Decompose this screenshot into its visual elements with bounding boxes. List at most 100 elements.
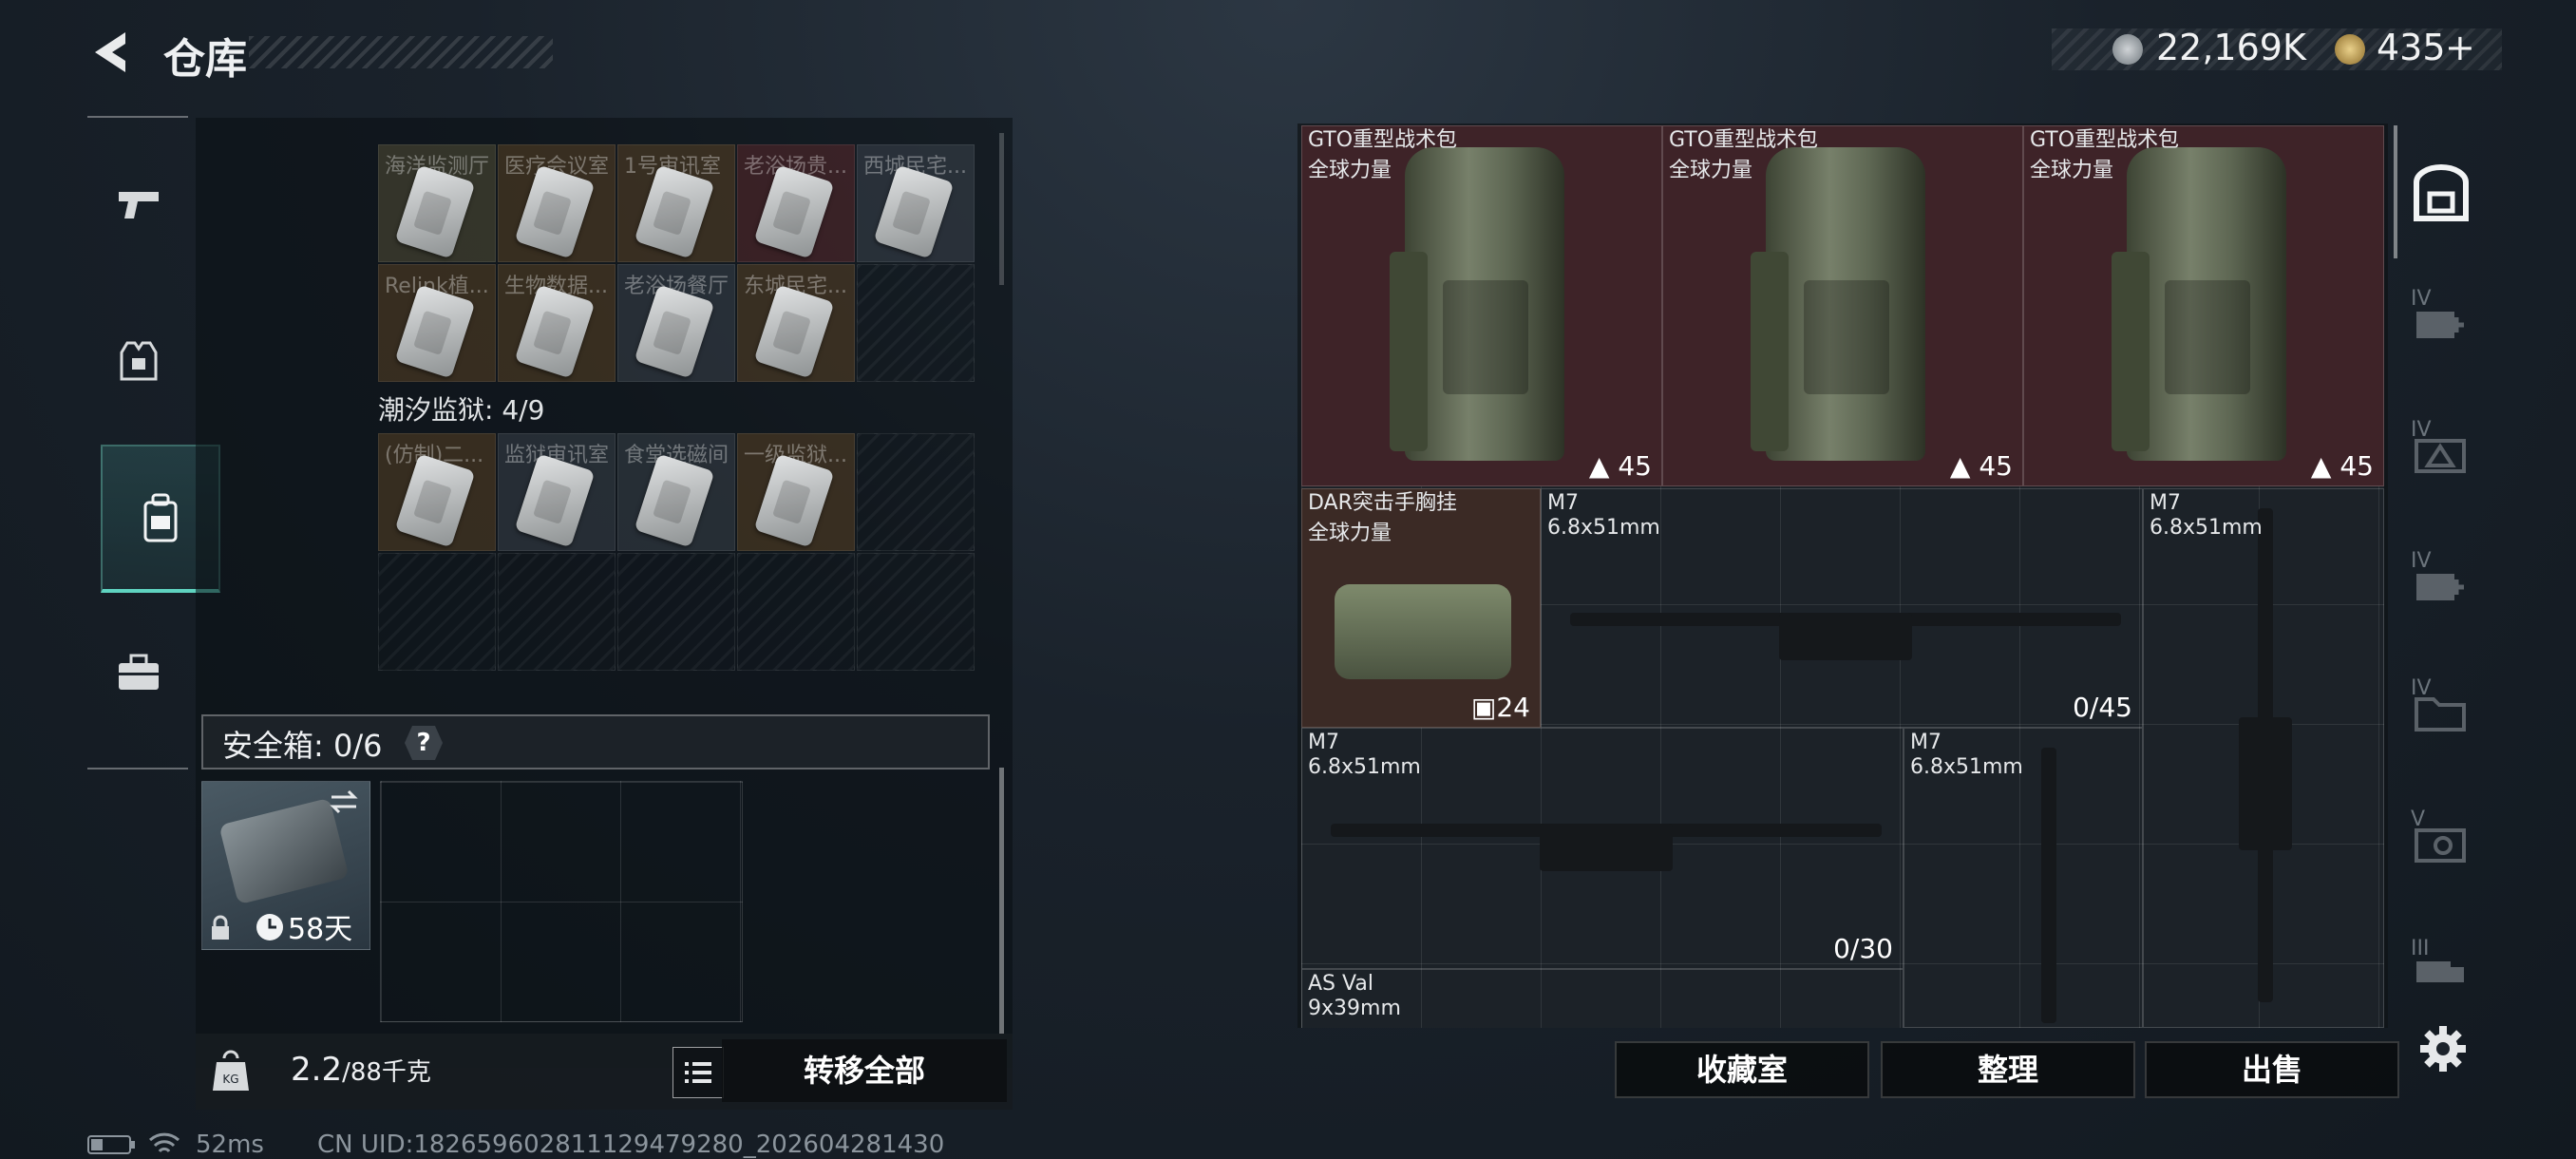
chest-rig-image — [1335, 584, 1511, 679]
weight-display: 2.2/88千克 — [291, 1051, 431, 1089]
backpack-image — [2112, 147, 2286, 461]
coin-icon — [2112, 34, 2143, 65]
back-arrow-icon[interactable] — [87, 28, 135, 76]
tab-weapons[interactable] — [101, 165, 177, 241]
rifle-body — [2239, 717, 2292, 850]
safebox-grid[interactable] — [380, 781, 743, 1022]
item-name: GTO重型战术包 — [2030, 128, 2180, 152]
item-name: DAR突击手胸挂 — [1308, 491, 1457, 515]
backpack-icon — [143, 493, 178, 542]
capacity-value: 45 — [2339, 450, 2374, 482]
collection-room-button[interactable]: 收藏室 — [1615, 1041, 1869, 1098]
transfer-all-button[interactable]: 转移全部 — [722, 1039, 1007, 1102]
uid-display: CN UID:1826596028111294792​80_2026042814… — [317, 1130, 945, 1159]
empty-slot[interactable] — [857, 264, 975, 382]
tab-supply-4a[interactable]: IV — [2411, 287, 2472, 348]
help-button[interactable]: ? — [405, 726, 443, 760]
keycard-slot[interactable]: 老浴场餐厅 — [617, 264, 735, 382]
inventory-grid: GTO重型战术包 全球力量 ▲ 45 GTO重型战术包 全球力量 ▲ 45 GT… — [1301, 125, 2384, 1028]
inventory-item[interactable]: DAR突击手胸挂 全球力量 ▣24 — [1301, 488, 1541, 728]
svg-text:KG: KG — [222, 1073, 238, 1086]
tab-equipment[interactable] — [101, 635, 177, 711]
keycard-slot[interactable]: (仿制)二... — [378, 433, 496, 551]
inventory-item[interactable]: M7 6.8x51mm 0/30 — [1301, 728, 1904, 969]
item-subtitle: 全球力量 — [2030, 159, 2114, 182]
inventory-item[interactable]: GTO重型战术包 全球力量 ▲ 45 — [2023, 125, 2384, 486]
token-amount: 435 — [2377, 27, 2446, 68]
keycard-slot[interactable]: 东城民宅... — [737, 264, 855, 382]
weight-current: 2.2 — [291, 1051, 343, 1089]
keycard-slot[interactable]: 一级监狱... — [737, 433, 855, 551]
keycard-slot[interactable]: 老浴场贵... — [737, 144, 855, 262]
inventory-item[interactable]: AS Val 9x39mm — [1301, 969, 1904, 1028]
capacity-value: 45 — [1979, 450, 2013, 482]
tab-archive[interactable] — [2411, 163, 2472, 224]
tab-supply-4d[interactable]: IV — [2411, 676, 2472, 737]
ping-display: 52ms — [196, 1130, 264, 1159]
item-subtitle: 6.8x51mm — [1547, 516, 1660, 540]
safebox-days: 58天 — [288, 913, 353, 946]
item-name: GTO重型战术包 — [1669, 128, 1819, 152]
empty-slot[interactable] — [378, 553, 496, 671]
left-tab-bar — [87, 116, 220, 770]
keycard-slot[interactable]: 监狱审讯室 — [498, 433, 616, 551]
right-tab-bar: IV IV IV IV V III — [2394, 142, 2489, 1045]
keycard-slot[interactable]: 西城民宅... — [857, 144, 975, 262]
item-capacity: ▲ 45 — [1949, 450, 2013, 482]
swap-icon[interactable] — [328, 788, 360, 816]
inventory-item[interactable]: M7 6.8x51mm — [1904, 728, 2143, 1028]
item-capacity: ▲ 45 — [1588, 450, 1652, 482]
currency-amount: 22,169K — [2156, 27, 2306, 68]
item-name: M7 — [1547, 491, 1579, 515]
empty-slot[interactable] — [737, 553, 855, 671]
organize-button[interactable]: 整理 — [1881, 1041, 2135, 1098]
item-subtitle: 全球力量 — [1669, 159, 1753, 182]
scroll-bar[interactable] — [999, 768, 1004, 1034]
keycard-slot[interactable]: 食堂选磁间 — [617, 433, 735, 551]
tab-supply-4c[interactable]: IV — [2411, 549, 2472, 610]
add-token-button[interactable]: + — [2445, 27, 2475, 68]
sell-button[interactable]: 出售 — [2145, 1041, 2399, 1098]
ammo-count: 0/45 — [2073, 692, 2132, 723]
wifi-icon — [148, 1132, 180, 1153]
tab-supply-4b[interactable]: IV — [2411, 418, 2472, 479]
item-name: AS Val — [1308, 972, 1373, 996]
empty-slot[interactable] — [857, 433, 975, 551]
inventory-item[interactable]: M7 6.8x51mm 0/45 — [1541, 488, 2143, 728]
keycard-slot[interactable]: 1号审讯室 — [617, 144, 735, 262]
item-subtitle: 6.8x51mm — [1308, 755, 1421, 779]
item-name: M7 — [1308, 731, 1339, 754]
rifle-image — [2041, 748, 2056, 1023]
capacity-value: 24 — [1496, 692, 1530, 723]
keycard-slot[interactable]: 生物数据... — [498, 264, 616, 382]
item-name: GTO重型战术包 — [1308, 128, 1458, 152]
tab-supply-3[interactable]: III — [2411, 937, 2472, 998]
empty-slot[interactable] — [617, 553, 735, 671]
list-icon — [685, 1062, 711, 1083]
triangle-supply-icon — [2415, 439, 2466, 473]
empty-slot[interactable] — [857, 553, 975, 671]
weight-max: /88千克 — [342, 1058, 431, 1087]
medkit-plus-icon — [2416, 312, 2464, 338]
inventory-item[interactable]: GTO重型战术包 全球力量 ▲ 45 — [1301, 125, 1662, 486]
list-view-button[interactable] — [672, 1047, 724, 1098]
inventory-item[interactable]: M7 6.8x51mm — [2143, 488, 2384, 1028]
keycard-slot[interactable]: 医疗会议室 — [498, 144, 616, 262]
battery-icon — [87, 1135, 135, 1154]
inventory-item[interactable]: GTO重型战术包 全球力量 ▲ 45 — [1662, 125, 2023, 486]
backpack-image — [1751, 147, 1925, 461]
empty-slot[interactable] — [498, 553, 616, 671]
safebox-item[interactable]: 58天 — [201, 781, 370, 950]
keycard-slot[interactable]: 海洋监测厅 — [378, 144, 496, 262]
tab-armor[interactable] — [101, 323, 177, 399]
weight-icon: KG — [213, 1050, 249, 1091]
keycard-slot[interactable]: Relink植... — [378, 264, 496, 382]
item-subtitle: 6.8x51mm — [2150, 516, 2263, 540]
scroll-bar[interactable] — [999, 133, 1004, 285]
medkit-plus-icon — [2416, 574, 2464, 600]
item-subtitle: 全球力量 — [1308, 522, 1392, 545]
tab-supply-5[interactable]: V — [2411, 808, 2472, 868]
item-subtitle: 6.8x51mm — [1910, 755, 2023, 779]
title-decoration — [249, 36, 553, 68]
settings-icon[interactable] — [2418, 1024, 2468, 1074]
